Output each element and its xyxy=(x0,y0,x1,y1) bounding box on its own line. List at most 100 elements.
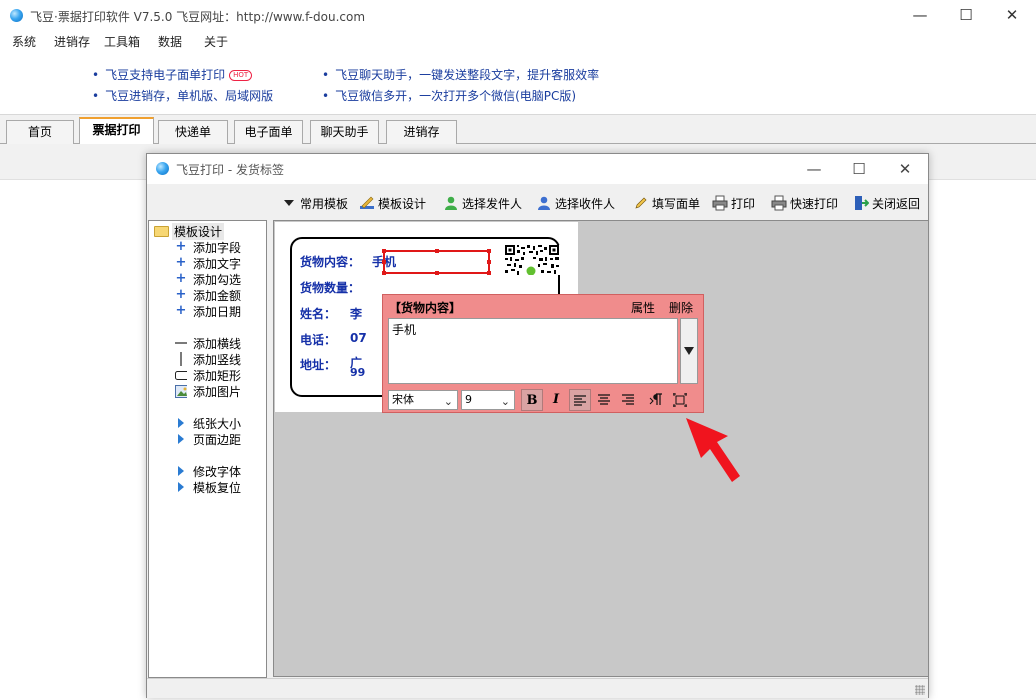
select-sender-button[interactable]: 选择发件人 xyxy=(443,192,522,214)
design-canvas[interactable]: 货物内容： 手机 货物数量： 姓名： 李 电话： 07 地址： 广 99 xyxy=(273,220,929,677)
resize-handle[interactable] xyxy=(382,249,386,253)
fit-size-button[interactable] xyxy=(669,389,691,411)
scroll-down-arrow-icon[interactable] xyxy=(684,347,694,355)
tree-root-label: 模板设计 xyxy=(172,223,225,240)
tree-item-add-field[interactable]: + 添加字段 xyxy=(175,239,241,255)
select-receiver-button[interactable]: 选择收件人 xyxy=(536,192,615,214)
common-templates-button[interactable]: 常用模板 xyxy=(281,192,348,214)
menu-toolbox[interactable]: 工具箱 xyxy=(104,33,140,50)
maximize-button[interactable]: ☐ xyxy=(943,0,989,30)
tab-receipt-print[interactable]: 票据打印 xyxy=(79,117,154,146)
tree-item-page-margins[interactable]: 页面边距 xyxy=(175,431,241,447)
resize-handle[interactable] xyxy=(382,271,386,275)
plus-icon: + xyxy=(175,239,187,254)
field-value-name[interactable]: 李 xyxy=(350,305,366,322)
font-name-select[interactable]: 宋体 ⌄ xyxy=(388,390,458,410)
promo-link-inventory[interactable]: • 飞豆进销存，单机版、局域网版 xyxy=(92,87,273,104)
field-label-phone[interactable]: 电话： xyxy=(300,331,336,348)
delete-link[interactable]: 删除 xyxy=(669,299,693,316)
resize-handle[interactable] xyxy=(435,271,439,275)
tab-express[interactable]: 快递单 xyxy=(158,120,228,145)
tree-root-template-design[interactable]: 模板设计 xyxy=(154,223,225,240)
tree-item-add-amount[interactable]: + 添加金额 xyxy=(175,287,241,303)
quick-print-button[interactable]: 快速打印 xyxy=(771,192,838,214)
field-label-address[interactable]: 地址： xyxy=(300,356,336,373)
menu-data[interactable]: 数据 xyxy=(158,33,182,50)
tab-e-waybill[interactable]: 电子面单 xyxy=(234,120,303,145)
tab-home[interactable]: 首页 xyxy=(6,120,74,145)
print-button[interactable]: 打印 xyxy=(712,192,755,214)
menu-about[interactable]: 关于 xyxy=(204,33,228,50)
resize-handle[interactable] xyxy=(487,271,491,275)
field-property-panel: 【货物内容】 属性 删除 手机 宋体 ⌄ 9 ⌄ B I xyxy=(382,294,704,413)
picture-icon xyxy=(175,384,187,398)
align-left-button[interactable] xyxy=(569,389,591,411)
font-size-select[interactable]: 9 ⌄ xyxy=(461,390,515,410)
tree-item-add-date[interactable]: + 添加日期 xyxy=(175,303,241,319)
field-value-address-line2[interactable]: 99 xyxy=(350,366,366,379)
toolbar-label: 选择收件人 xyxy=(555,196,616,211)
field-label-goods[interactable]: 货物内容： xyxy=(300,253,360,270)
promo-link-wechat-multi[interactable]: • 飞豆微信多开，一次打开多个微信(电脑PC版) xyxy=(322,87,576,104)
promo-area: • 飞豆支持电子面单打印 HOT • 飞豆进销存，单机版、局域网版 • 飞豆聊天助手，一… xyxy=(0,52,1036,114)
user-blue-icon xyxy=(536,195,552,211)
close-return-button[interactable]: 关闭返回 xyxy=(853,192,920,214)
fill-waybill-button[interactable]: 填写面单 xyxy=(633,192,700,214)
bold-button[interactable]: B xyxy=(521,389,543,411)
menu-system[interactable]: 系统 xyxy=(12,33,36,50)
menu-inventory[interactable]: 进销存 xyxy=(54,33,90,50)
chevron-down-icon: ⌄ xyxy=(443,395,453,408)
dialog-toolbar: 常用模板 模板设计 选择发件人 选择收件人 填写面单 打印 快速打印 关闭返回 xyxy=(147,189,928,217)
tree-item-label: 页面边距 xyxy=(193,432,242,447)
tree-item-add-text[interactable]: + 添加文字 xyxy=(175,255,241,271)
design-ruler-icon xyxy=(359,195,375,211)
tree-item-label: 添加字段 xyxy=(193,240,242,255)
resize-handle[interactable] xyxy=(487,260,491,264)
tree-item-add-hline[interactable]: 添加横线 xyxy=(175,335,241,351)
close-button[interactable]: ✕ xyxy=(989,0,1035,30)
tree-item-add-checkbox[interactable]: + 添加勾选 xyxy=(175,271,241,287)
field-text-editor[interactable]: 手机 xyxy=(388,318,678,384)
dialog-statusbar xyxy=(147,678,928,698)
italic-button[interactable]: I xyxy=(545,389,567,411)
resize-handle[interactable] xyxy=(382,260,386,264)
resize-handle[interactable] xyxy=(435,249,439,253)
field-label-name[interactable]: 姓名： xyxy=(300,305,336,322)
field-value-phone[interactable]: 07 xyxy=(350,331,366,345)
align-center-button[interactable] xyxy=(593,389,615,411)
tree-item-add-rect[interactable]: 添加矩形 xyxy=(175,367,241,383)
dialog-close-button[interactable]: ✕ xyxy=(883,154,927,184)
minimize-button[interactable]: — xyxy=(897,0,943,30)
tree-item-paper-size[interactable]: 纸张大小 xyxy=(175,415,241,431)
font-name-value: 宋体 xyxy=(392,393,414,406)
tree-item-change-font[interactable]: 修改字体 xyxy=(175,463,241,479)
pencil-icon xyxy=(633,195,649,211)
align-right-button[interactable] xyxy=(617,389,639,411)
properties-link[interactable]: 属性 xyxy=(631,299,655,316)
resize-grip-icon[interactable] xyxy=(915,685,925,695)
paragraph-button[interactable] xyxy=(645,389,667,411)
tree-item-add-image[interactable]: 添加图片 xyxy=(175,383,241,399)
promo-bullet: • xyxy=(92,89,100,103)
user-green-icon xyxy=(443,195,459,211)
tree-item-reset-template[interactable]: 模板复位 xyxy=(175,479,241,495)
toolbar-label: 关闭返回 xyxy=(872,196,921,211)
dialog-minimize-button[interactable]: — xyxy=(792,154,836,184)
qr-code-icon xyxy=(505,245,561,275)
tab-inventory[interactable]: 进销存 xyxy=(386,120,457,145)
tab-chat-helper[interactable]: 聊天助手 xyxy=(310,120,379,145)
label-paper: 货物内容： 手机 货物数量： 姓名： 李 电话： 07 地址： 广 99 xyxy=(275,222,704,413)
field-label-quantity[interactable]: 货物数量： xyxy=(300,279,360,296)
template-design-button[interactable]: 模板设计 xyxy=(359,192,426,214)
selected-field-outline[interactable] xyxy=(382,249,491,275)
tree-item-label: 添加金额 xyxy=(193,288,242,303)
promo-text: 飞豆微信多开，一次打开多个微信(电脑PC版) xyxy=(335,89,577,103)
text-editor-scrollbar[interactable] xyxy=(680,318,698,384)
promo-text: 飞豆进销存，单机版、局域网版 xyxy=(105,89,274,103)
align-center-icon xyxy=(598,394,610,405)
promo-link-ewaybill[interactable]: • 飞豆支持电子面单打印 HOT xyxy=(92,66,253,83)
resize-handle[interactable] xyxy=(487,249,491,253)
dialog-maximize-button[interactable]: ☐ xyxy=(837,154,881,184)
tree-item-add-vline[interactable]: 添加竖线 xyxy=(175,351,241,367)
promo-link-chat-helper[interactable]: • 飞豆聊天助手，一键发送整段文字，提升客服效率 xyxy=(322,66,599,83)
